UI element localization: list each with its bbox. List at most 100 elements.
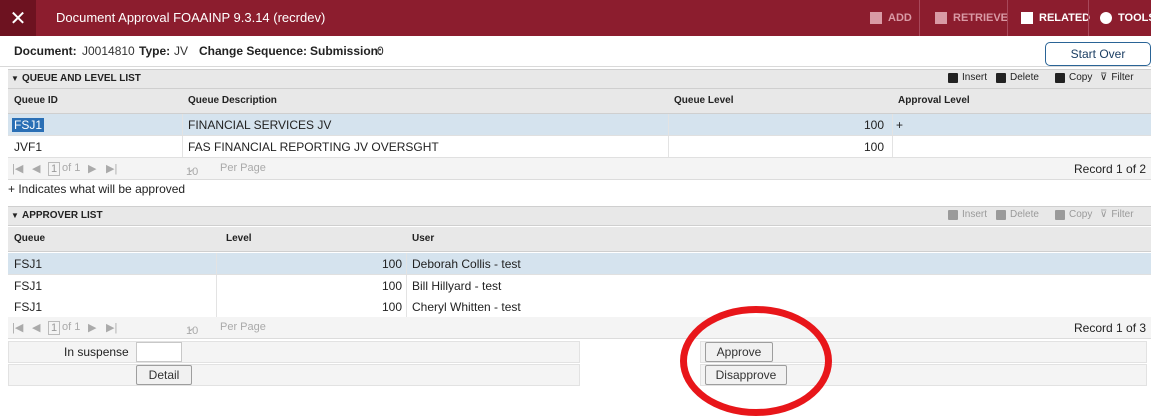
delete-button[interactable]: Delete: [996, 72, 1039, 83]
copy-icon: [1055, 209, 1065, 220]
submission-label: Submission:: [310, 44, 383, 58]
table-row[interactable]: FSJ1 100 Deborah Collis - test: [8, 253, 1151, 275]
sitemap-icon: [1021, 12, 1033, 24]
toolbar-divider: [1088, 0, 1089, 36]
submission-value: 0: [377, 44, 384, 58]
delete-button[interactable]: Delete: [996, 209, 1039, 220]
column-divider: [892, 136, 893, 157]
delete-label: Delete: [1010, 72, 1039, 83]
queue-cell: FSJ1: [14, 279, 43, 293]
column-divider: [182, 136, 183, 157]
filter-icon: ⊽: [1100, 209, 1108, 220]
next-page-icon[interactable]: ▶: [88, 321, 96, 334]
queue-level-cell: 100: [863, 118, 884, 132]
retrieve-icon: [935, 12, 947, 24]
queue-pagination: |◀ ◀ 1 of 1 ▶ ▶| 10 ⌄ Per Page Record 1 …: [8, 158, 1151, 180]
add-label: ADD: [888, 12, 912, 24]
last-page-icon[interactable]: ▶|: [106, 321, 117, 334]
document-value: J0014810: [82, 44, 135, 58]
detail-button[interactable]: Detail: [136, 365, 192, 385]
last-page-icon[interactable]: ▶|: [106, 162, 117, 175]
queue-section-header[interactable]: ▼ QUEUE AND LEVEL LIST Insert Delete Cop…: [8, 69, 1151, 89]
table-row[interactable]: FSJ1 100 Bill Hillyard - test: [8, 275, 1151, 297]
record-count: Record 1 of 2: [1074, 162, 1147, 176]
filter-label: Filter: [1111, 72, 1134, 83]
approver-section-title: APPROVER LIST: [22, 210, 103, 221]
table-row[interactable]: FSJ1 100 Cheryl Whitten - test: [8, 296, 1151, 318]
per-page-select[interactable]: 10 ⌄: [186, 162, 198, 178]
retrieve-button[interactable]: RETRIEVE: [935, 0, 1008, 36]
toolbar-divider: [1007, 0, 1008, 36]
gear-icon: [1100, 12, 1112, 24]
queue-id-cell[interactable]: FSJ1: [12, 118, 45, 132]
previous-page-icon[interactable]: ◀: [32, 321, 40, 334]
column-queue[interactable]: Queue: [14, 233, 45, 244]
close-button[interactable]: ✕: [0, 0, 36, 36]
insert-button[interactable]: Insert: [948, 209, 987, 220]
column-queue-level[interactable]: Queue Level: [674, 95, 733, 106]
add-button[interactable]: ADD: [870, 0, 912, 36]
approver-pagination: |◀ ◀ 1 of 1 ▶ ▶| 10 ⌄ Per Page Record 1 …: [8, 317, 1151, 339]
per-page-label: Per Page: [220, 321, 266, 333]
table-row[interactable]: JVF1 FAS FINANCIAL REPORTING JV OVERSGHT…: [8, 136, 1151, 158]
filter-button[interactable]: ⊽ Filter: [1100, 209, 1134, 220]
in-suspense-label: In suspense: [64, 345, 129, 359]
document-label: Document:: [14, 44, 77, 58]
page-title: Document Approval FOAAINP 9.3.14 (recrde…: [56, 10, 326, 25]
column-queue-id[interactable]: Queue ID: [14, 95, 58, 106]
filter-label: Filter: [1111, 209, 1134, 220]
per-page-select[interactable]: 10 ⌄: [186, 321, 199, 337]
level-cell: 100: [381, 300, 402, 314]
collapse-icon[interactable]: ▼: [11, 211, 19, 220]
approval-note: + Indicates what will be approved: [8, 182, 186, 196]
user-cell: Cheryl Whitten - test: [412, 300, 521, 314]
queue-cell: FSJ1: [14, 300, 43, 314]
queue-grid-header: Queue ID Queue Description Queue Level A…: [8, 89, 1151, 114]
level-cell: 100: [381, 279, 402, 293]
annotation-circle: [680, 306, 832, 416]
related-label: RELATED: [1039, 12, 1091, 24]
approver-section-header[interactable]: ▼ APPROVER LIST Insert Delete Copy ⊽ Filt…: [8, 206, 1151, 226]
queue-level-cell: 100: [863, 140, 884, 154]
copy-icon: [1055, 72, 1065, 83]
column-level[interactable]: Level: [226, 233, 252, 244]
related-button[interactable]: RELATED: [1021, 0, 1090, 36]
collapse-icon[interactable]: ▼: [11, 74, 19, 83]
column-user[interactable]: User: [412, 233, 434, 244]
approver-grid-header: Queue Level User: [8, 227, 1151, 252]
table-row[interactable]: FSJ1 FINANCIAL SERVICES JV 100 +: [8, 114, 1151, 136]
page-number-input[interactable]: 1: [48, 162, 61, 176]
approval-level-cell: +: [896, 118, 904, 132]
column-divider: [406, 296, 407, 317]
copy-label: Copy: [1069, 72, 1093, 83]
copy-button[interactable]: Copy: [1055, 209, 1092, 220]
tools-button[interactable]: TOOLS: [1100, 0, 1151, 36]
user-cell: Bill Hillyard - test: [412, 279, 502, 293]
start-over-button[interactable]: Start Over: [1045, 42, 1151, 66]
insert-label: Insert: [962, 209, 988, 220]
toolbar-divider: [919, 0, 920, 36]
add-icon: [870, 12, 882, 24]
filter-button[interactable]: ⊽ Filter: [1100, 72, 1134, 83]
page-count: of 1: [62, 162, 81, 174]
column-queue-description[interactable]: Queue Description: [188, 95, 277, 106]
first-page-icon[interactable]: |◀: [12, 321, 23, 334]
plus-icon: [948, 72, 958, 83]
page-count: of 1: [62, 321, 81, 333]
page-number-input[interactable]: 1: [48, 321, 61, 335]
insert-button[interactable]: Insert: [948, 72, 987, 83]
previous-page-icon[interactable]: ◀: [32, 162, 40, 175]
copy-button[interactable]: Copy: [1055, 72, 1092, 83]
delete-label: Delete: [1010, 209, 1039, 220]
filter-icon: ⊽: [1100, 72, 1108, 83]
column-approval-level[interactable]: Approval Level: [898, 95, 970, 106]
next-page-icon[interactable]: ▶: [88, 162, 96, 175]
first-page-icon[interactable]: |◀: [12, 162, 23, 175]
type-label: Type:: [139, 44, 171, 58]
minus-icon: [996, 72, 1006, 83]
per-page-value: 10: [186, 325, 199, 337]
column-divider: [406, 275, 407, 296]
level-cell: 100: [381, 257, 402, 271]
in-suspense-input[interactable]: [136, 342, 182, 362]
minus-icon: [996, 209, 1006, 220]
